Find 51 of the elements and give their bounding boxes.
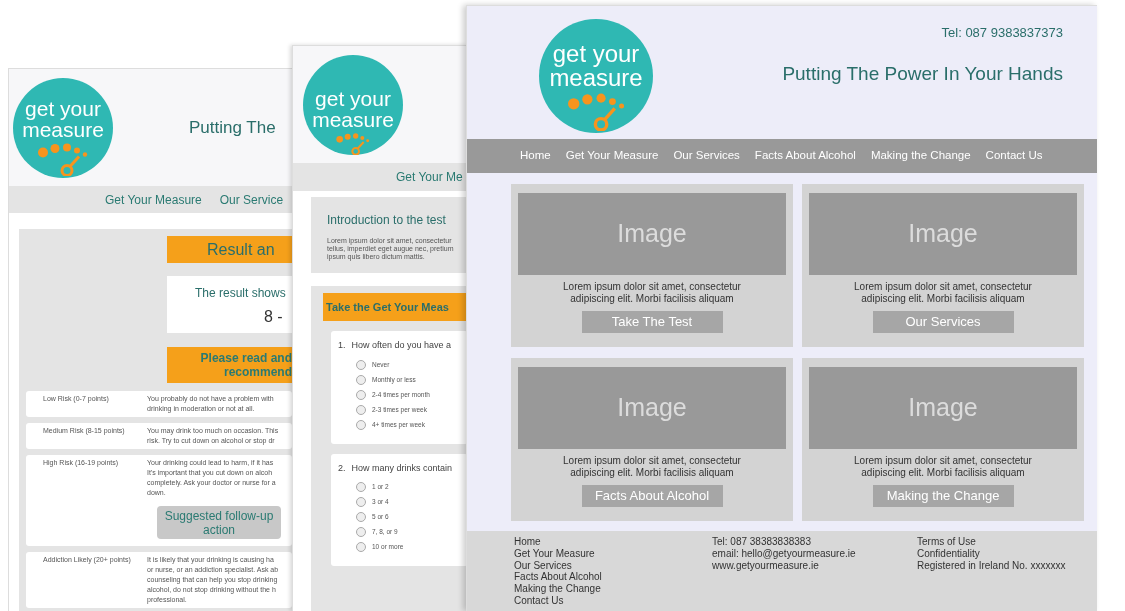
footer-link[interactable]: Home <box>514 536 541 548</box>
radio-button[interactable] <box>356 389 366 400</box>
footer-link[interactable]: Get Your Measure <box>514 547 595 560</box>
image-label: Image <box>617 392 687 424</box>
result-heading: Result an <box>167 236 292 263</box>
radio-button[interactable] <box>356 374 366 385</box>
card-text: Lorem ipsum dolor sit amet, consectetur adipiscing elit. Morbi facilisis aliquam <box>854 455 1032 479</box>
card-text: Lorem ipsum dolor sit amet, consectetur adipiscing elit. Morbi facilisis aliquam <box>563 281 741 305</box>
radio-button[interactable] <box>356 419 366 430</box>
radio-button[interactable] <box>356 542 366 552</box>
image-label: Image <box>908 392 978 424</box>
image-label: Image <box>908 218 978 250</box>
radio-button[interactable] <box>356 359 366 370</box>
radio-button[interactable] <box>356 482 366 492</box>
tagline: Putting The Power In Your Hands <box>782 61 1063 86</box>
footer-link[interactable]: Registered in Ireland No. xxxxxxx <box>917 559 1066 572</box>
footer-link[interactable]: Contact Us <box>514 595 564 607</box>
radio-button[interactable] <box>356 497 366 507</box>
phone-number: Tel: 087 9383837373 <box>941 24 1063 42</box>
footer-link[interactable]: www.getyourmeasure.ie <box>712 559 819 572</box>
nav-link[interactable]: Our Service <box>219 190 284 209</box>
footer-link[interactable]: Tel: 087 38383838383 <box>712 536 811 548</box>
footer-link[interactable]: Facts About Alcohol <box>514 571 602 584</box>
radio-button[interactable] <box>356 512 366 522</box>
logo-text: get your <box>315 87 391 109</box>
gauge-icon <box>567 93 625 131</box>
nav-link[interactable]: Get Your Measure <box>105 190 202 209</box>
notice-text: Please read and <box>200 351 292 365</box>
question-text: How often do you have a <box>351 339 452 352</box>
footer-link[interactable]: Making the Change <box>514 583 601 595</box>
radio-button[interactable] <box>356 527 366 537</box>
radio-button[interactable] <box>356 404 366 415</box>
footer-link[interactable]: Terms of Use <box>917 536 976 548</box>
question-number: 1. <box>338 339 346 352</box>
card-text: Lorem ipsum dolor sit amet, consectetur adipiscing elit. Morbi facilisis aliquam <box>563 455 741 479</box>
logo-text: get your <box>25 97 101 119</box>
tagline: Putting The <box>189 116 276 139</box>
image-label: Image <box>617 218 687 250</box>
card-text: Lorem ipsum dolor sit amet, consectetur adipiscing elit. Morbi facilisis aliquam <box>854 281 1032 305</box>
footer-link[interactable]: Confidentiality <box>917 547 980 560</box>
question-number: 2. <box>338 461 346 475</box>
intro-title: Introduction to the test <box>327 212 446 229</box>
score-text: 8 - <box>264 307 283 327</box>
gauge-icon <box>38 142 88 176</box>
footer-link[interactable]: Our Services <box>514 559 572 572</box>
footer-link[interactable]: email: hello@getyourmeasure.ie <box>712 547 856 560</box>
test-banner: Take the Get Your Meas <box>323 293 468 321</box>
logo-text: get your <box>552 41 640 66</box>
notice-text: recommend <box>223 365 292 379</box>
question-text: How many drinks contain <box>351 461 453 475</box>
result-text: The result shows <box>195 285 286 302</box>
